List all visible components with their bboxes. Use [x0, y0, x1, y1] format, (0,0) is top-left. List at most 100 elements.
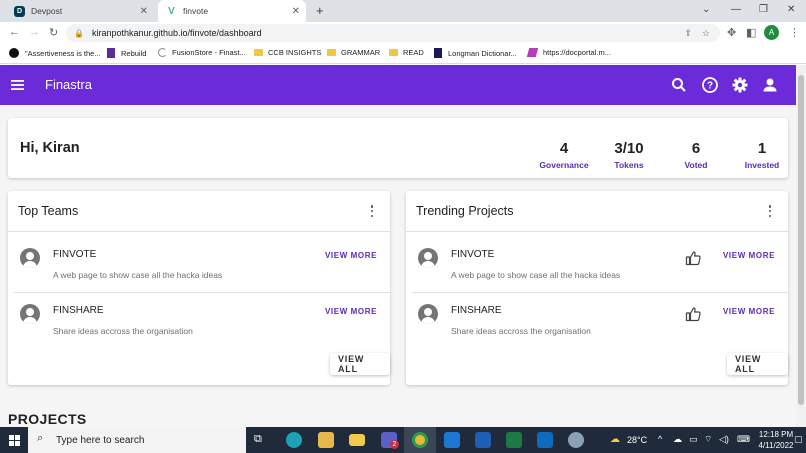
bookmark-item[interactable]: Longman Dictionar... — [434, 48, 517, 58]
card-title: Trending Projects — [416, 204, 514, 218]
stat-label: Tokens — [614, 160, 644, 170]
greeting-text: Hi, Kiran — [20, 140, 80, 156]
url-text: kiranpothkanur.github.io/finvote/dashboa… — [91, 28, 262, 38]
stat-voted: 6 Voted — [676, 140, 716, 170]
chrome-icon[interactable] — [412, 432, 428, 448]
volume-icon[interactable]: ◁) — [719, 434, 729, 445]
bookmark-star-icon[interactable]: ☆ — [702, 28, 710, 39]
profile-avatar[interactable]: A — [764, 25, 779, 40]
scrollbar-thumb[interactable] — [798, 75, 804, 405]
bookmark-item[interactable]: "Assertiveness is the... — [9, 48, 101, 58]
minimize-icon[interactable]: — — [731, 4, 741, 15]
more-options-icon[interactable] — [370, 205, 374, 217]
chrome-menu-icon[interactable]: ⋮ — [789, 26, 800, 39]
new-tab-icon[interactable]: + — [316, 3, 324, 18]
dashboard-content: Hi, Kiran 4 Governance 3/10 Tokens 6 Vot… — [0, 105, 796, 427]
stat-label: Invested — [744, 160, 780, 170]
search-placeholder: Type here to search — [56, 434, 145, 446]
chevron-up-icon[interactable]: ^ — [658, 434, 662, 444]
view-more-button[interactable]: VIEW MORE — [723, 251, 775, 260]
battery-icon[interactable]: ▭ — [689, 434, 698, 445]
excel-icon[interactable] — [506, 432, 522, 448]
view-more-button[interactable]: VIEW MORE — [325, 251, 377, 260]
url-field[interactable]: 🔒 kiranpothkanur.github.io/finvote/dashb… — [66, 24, 720, 42]
stat-value: 3/10 — [614, 140, 644, 157]
network-icon[interactable]: ⌔ — [704, 434, 712, 445]
stat-label: Governance — [539, 160, 589, 170]
thumbs-up-icon[interactable] — [685, 306, 701, 322]
project-avatar-icon — [418, 304, 438, 324]
store-icon[interactable] — [318, 432, 334, 448]
view-more-button[interactable]: VIEW MORE — [723, 307, 775, 316]
top-teams-card: Top Teams FINVOTE A web page to show cas… — [8, 191, 390, 385]
view-all-button[interactable]: VIEW ALL — [727, 353, 788, 375]
bookmark-label: FusionStore - Finast... — [172, 48, 246, 57]
bookmark-item[interactable]: Rebuild — [107, 48, 146, 58]
project-name: FINVOTE — [451, 249, 495, 260]
forward-icon[interactable]: → — [29, 26, 40, 38]
back-icon[interactable]: ← — [9, 26, 20, 38]
language-icon[interactable]: ⌨ — [737, 434, 750, 445]
devpost-favicon-icon: D — [14, 5, 25, 17]
link-icon — [526, 48, 539, 57]
bookmark-label: https://docportal.m... — [543, 48, 611, 57]
page-scrollbar[interactable] — [796, 65, 806, 427]
file-explorer-icon[interactable] — [349, 434, 365, 446]
side-panel-icon[interactable]: ◧ — [746, 26, 756, 39]
weather-icon[interactable]: ☁ — [610, 434, 620, 445]
bookmark-item[interactable]: CCB INSIGHTS — [254, 48, 321, 57]
more-options-icon[interactable] — [768, 205, 772, 217]
search-icon[interactable] — [670, 76, 688, 94]
task-view-icon[interactable]: ⧉ — [254, 433, 262, 446]
card-title: Top Teams — [18, 204, 79, 218]
windows-taskbar: ⌕ Type here to search ⧉ 2 ☁ 28°C ^ ☁ ▭ ⌔… — [0, 427, 806, 453]
book-icon — [434, 48, 442, 58]
notification-icon[interactable]: ▢ — [794, 434, 803, 445]
windows-start-icon[interactable] — [9, 435, 20, 446]
close-tab-icon[interactable]: ✕ — [140, 6, 148, 17]
lock-icon: 🔒 — [74, 28, 84, 38]
account-icon[interactable] — [761, 76, 779, 94]
tab-finvote[interactable]: V finvote ✕ — [158, 0, 306, 22]
thumbs-up-icon[interactable] — [685, 250, 701, 266]
tab-title: Devpost — [31, 6, 63, 16]
bookmark-item[interactable]: https://docportal.m... — [526, 48, 611, 57]
outlook-mail-icon[interactable] — [444, 432, 460, 448]
view-all-button[interactable]: VIEW ALL — [330, 353, 390, 375]
bookmark-label: CCB INSIGHTS — [268, 48, 322, 57]
weather-temperature[interactable]: 28°C — [627, 435, 647, 445]
settings-gear-icon[interactable] — [731, 76, 749, 94]
clock[interactable]: 12:18 PM 4/11/2022 — [758, 430, 794, 450]
help-icon[interactable]: ? — [701, 76, 719, 94]
project-description: A web page to show case all the hacka id… — [451, 270, 621, 280]
bookmark-label: READ — [403, 48, 424, 57]
edge-icon[interactable] — [286, 432, 302, 448]
view-more-button[interactable]: VIEW MORE — [325, 307, 377, 316]
folder-icon — [254, 49, 263, 56]
extensions-icon[interactable]: ✥ — [727, 26, 736, 39]
outlook-icon[interactable] — [537, 432, 553, 448]
reload-icon[interactable]: ↻ — [49, 26, 58, 39]
trending-projects-card: Trending Projects FINVOTE A web page to … — [406, 191, 788, 385]
menu-icon[interactable] — [9, 76, 27, 94]
bookmark-item[interactable]: GRAMMAR — [327, 48, 380, 57]
stat-value: 1 — [757, 140, 767, 157]
word-icon[interactable] — [475, 432, 491, 448]
app-icon[interactable] — [568, 432, 584, 448]
svg-text:?: ? — [707, 81, 713, 92]
close-tab-icon[interactable]: ✕ — [292, 6, 300, 17]
stat-governance: 4 Governance — [535, 140, 593, 170]
taskbar-search-box[interactable]: ⌕ Type here to search — [28, 427, 246, 453]
tab-search-icon[interactable]: ⌄ — [702, 4, 710, 15]
restore-icon[interactable]: ❐ — [759, 4, 768, 15]
onedrive-icon[interactable]: ☁ — [673, 434, 682, 445]
share-icon[interactable]: ⇪ — [684, 28, 692, 39]
team-description: A web page to show case all the hacka id… — [53, 270, 223, 280]
bookmark-item[interactable]: READ — [389, 48, 424, 57]
tab-devpost[interactable]: D Devpost ✕ — [6, 0, 154, 22]
divider — [8, 231, 390, 232]
close-window-icon[interactable]: ✕ — [787, 4, 795, 15]
team-name: FINVOTE — [53, 249, 97, 260]
bookmark-item[interactable]: FusionStore - Finast... — [158, 48, 246, 57]
browser-tab-bar: D Devpost ✕ V finvote ✕ + ⌄ — ❐ ✕ — [0, 0, 806, 22]
